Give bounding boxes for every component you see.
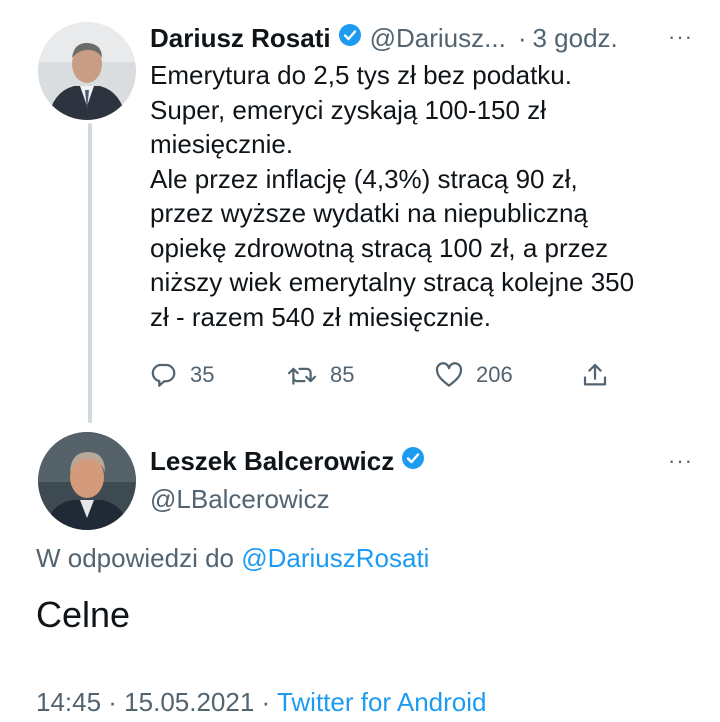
tweet1-text-line: niższy wiek emerytalny stracą kolejne 35… — [150, 267, 635, 297]
tweet2-author-name-row: Leszek Balcerowicz — [150, 446, 425, 477]
reply-prefix: W odpowiedzi do — [36, 543, 234, 573]
avatar-dariusz-rosati[interactable] — [38, 22, 136, 120]
reply-button[interactable]: 35 — [148, 360, 214, 390]
reply-count: 35 — [190, 362, 215, 387]
retweet-count: 85 — [330, 362, 355, 387]
tweet1-action-bar: 35 85 206 — [148, 360, 628, 396]
tweet1-text-line: przez wyższe wydatki na niepubliczną — [150, 198, 588, 228]
tweet1-text-line: zł - razem 540 zł miesięcznie. — [150, 301, 491, 332]
like-button[interactable]: 206 — [434, 360, 513, 390]
tweet1-handle[interactable]: @Dariusz... — [370, 23, 506, 54]
verified-badge-icon — [338, 23, 362, 54]
tweet1-separator: · — [517, 22, 527, 53]
tweet2-handle[interactable]: @LBalcerowicz — [150, 484, 330, 515]
like-count: 206 — [476, 362, 513, 387]
more-options-icon[interactable]: ··· — [668, 24, 693, 50]
share-icon — [583, 363, 607, 386]
tweet1-text-line: miesięcznie. — [150, 129, 294, 159]
like-icon — [435, 362, 463, 387]
tweet2-source-link[interactable]: Twitter for Android — [277, 687, 487, 717]
tweet1-text-line: Ale przez inflację (4,3%) stracą 90 zł, — [150, 163, 578, 194]
more-options-icon[interactable]: ··· — [668, 448, 693, 474]
tweet2-meta: 14:45 · 15.05.2021 · Twitter for Android — [36, 687, 487, 718]
retweet-button[interactable]: 85 — [286, 360, 354, 390]
tweet2-author-name[interactable]: Leszek Balcerowicz — [150, 446, 394, 477]
tweet1-time[interactable]: 3 godz. — [532, 23, 617, 54]
tweet1-text: Emerytura do 2,5 tys zł bez podatku. Sup… — [150, 58, 710, 334]
thread-connector-line — [88, 123, 92, 423]
verified-badge-icon — [401, 446, 425, 477]
tweet2-text: Celne — [36, 594, 131, 635]
reply-icon — [151, 363, 176, 387]
tweet2-timestamp[interactable]: 14:45 · 15.05.2021 · — [36, 687, 270, 717]
share-button[interactable] — [580, 360, 610, 390]
retweet-icon — [287, 367, 317, 385]
tweet1-text-line: Super, emeryci zyskają 100-150 zł — [150, 94, 546, 125]
tweet1-author-name[interactable]: Dariusz Rosati — [150, 23, 331, 54]
tweet1-text-line: Emerytura do 2,5 tys zł bez podatku. — [150, 60, 572, 90]
avatar-leszek-balcerowicz[interactable] — [38, 432, 136, 530]
tweet1-text-line: opiekę zdrowotną stracą 100 zł, a przez — [150, 232, 609, 263]
reply-mention-link[interactable]: @DariuszRosati — [241, 543, 429, 573]
tweet1-header: Dariusz Rosati @Dariusz... · 3 godz. — [150, 20, 618, 56]
reply-context: W odpowiedzi do @DariuszRosati — [36, 543, 429, 574]
